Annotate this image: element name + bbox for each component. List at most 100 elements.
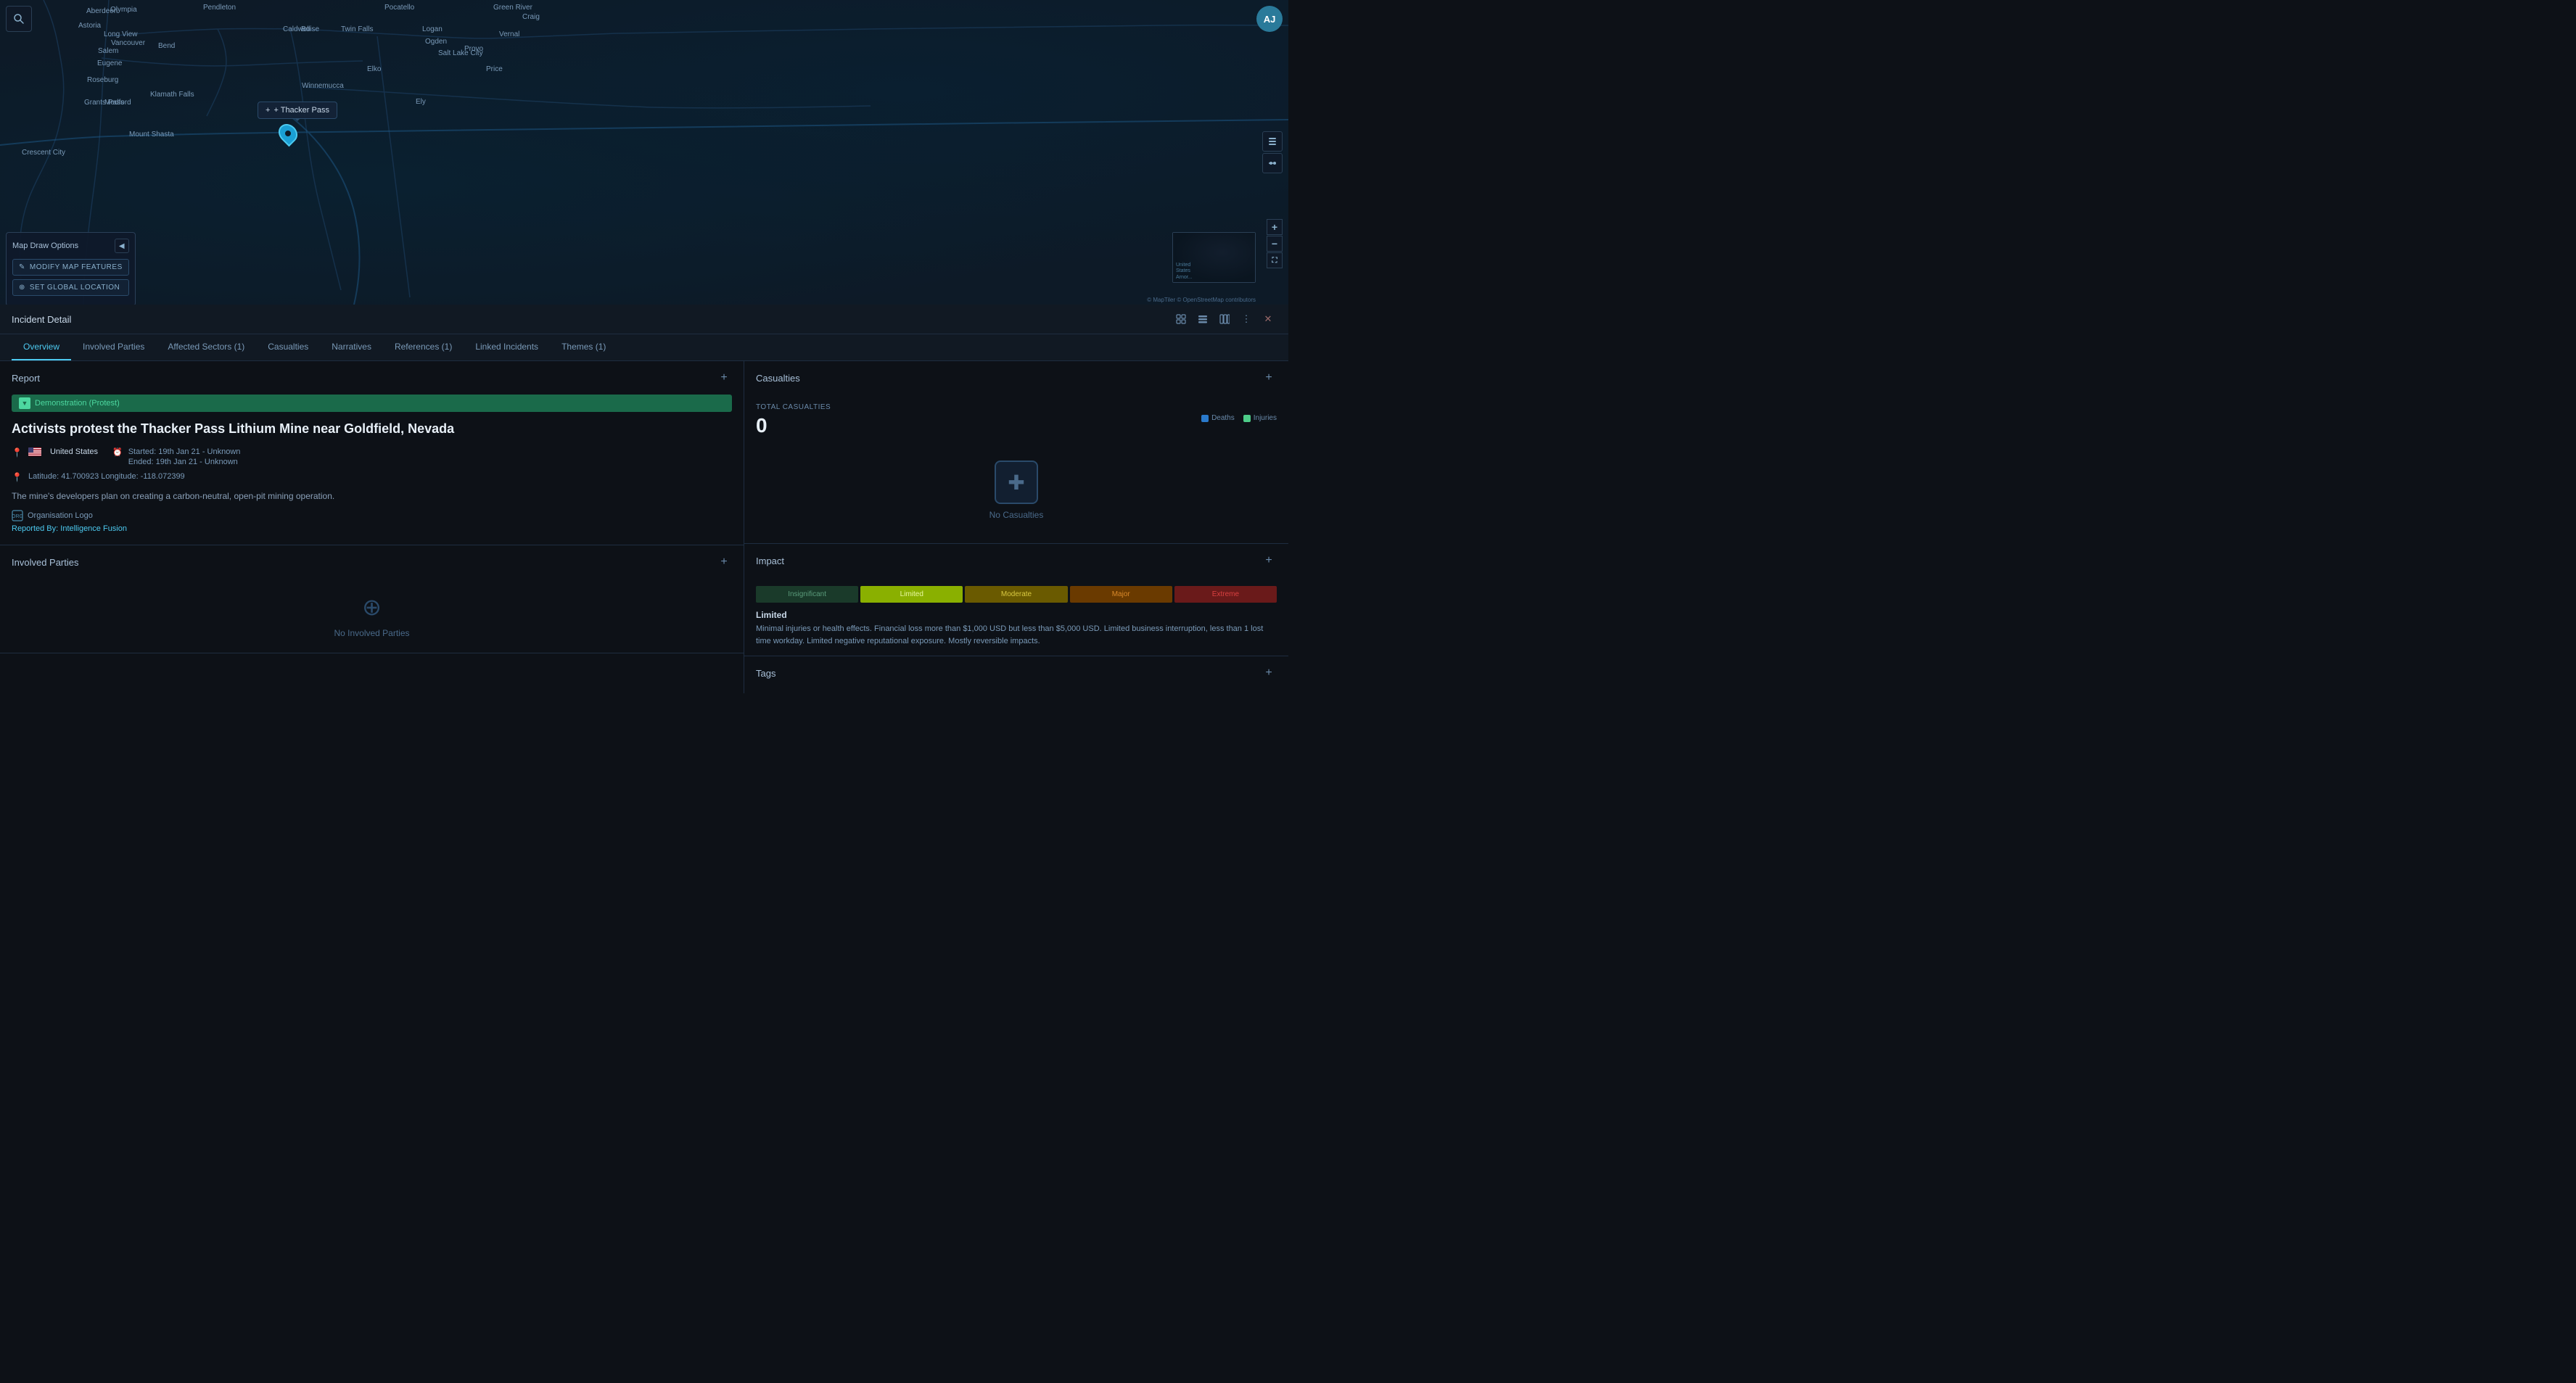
involved-parties-add-btn[interactable]: +	[716, 554, 732, 570]
impact-major[interactable]: Major	[1070, 586, 1172, 603]
event-type-badge: ▼ Demonstration (Protest)	[12, 395, 732, 412]
map-svg	[0, 0, 1288, 305]
impact-limited[interactable]: Limited	[860, 586, 963, 603]
impact-active-level: Limited	[756, 610, 1277, 620]
tags-section-header[interactable]: Tags +	[744, 656, 1288, 690]
deaths-legend: Deaths	[1201, 414, 1235, 422]
svg-text:ORG: ORG	[12, 514, 23, 519]
set-location-label: SET GLOBAL LOCATION	[30, 284, 120, 292]
impact-extreme[interactable]: Extreme	[1174, 586, 1277, 603]
tags-section: Tags +	[744, 656, 1288, 693]
casualties-section: Casualties + TOTAL CASUALTIES 0 Deaths I…	[744, 361, 1288, 544]
tags-add-btn[interactable]: +	[1261, 665, 1277, 681]
involved-parties-title: Involved Parties	[12, 557, 79, 568]
involved-parties-content: ⊕ No Involved Parties	[0, 579, 744, 653]
user-avatar[interactable]: AJ	[1256, 6, 1283, 32]
modify-map-features-button[interactable]: ✎ MODIFY MAP FEATURES	[12, 259, 129, 276]
map-draw-title: Map Draw Options	[12, 241, 78, 250]
incident-title: Activists protest the Thacker Pass Lithi…	[12, 421, 732, 437]
longitude: Longitude: -118.072399	[101, 472, 184, 481]
injuries-legend: Injuries	[1243, 414, 1277, 422]
more-options-btn[interactable]: ⋮	[1238, 310, 1255, 328]
no-parties-text: No Involved Parties	[334, 628, 409, 638]
map-marker[interactable]	[279, 123, 297, 144]
no-casualties-text: No Casualties	[989, 510, 1044, 520]
country-flag	[28, 447, 41, 456]
deaths-dot	[1201, 415, 1209, 422]
incident-detail-controls: ⋮ ✕	[1172, 310, 1277, 328]
close-btn[interactable]: ✕	[1259, 310, 1277, 328]
map-draw-collapse-btn[interactable]: ◀	[115, 239, 129, 253]
zoom-out-btn[interactable]: −	[1267, 236, 1283, 252]
reported-by-value: Intelligence Fusion	[60, 524, 127, 533]
tab-narratives-label: Narratives	[332, 342, 371, 352]
tab-linked-incidents[interactable]: Linked Incidents	[464, 334, 550, 360]
tab-affected-sectors[interactable]: Affected Sectors (1)	[156, 334, 256, 360]
tab-linked-incidents-label: Linked Incidents	[475, 342, 538, 352]
tab-overview[interactable]: Overview	[12, 334, 71, 360]
date-info: Started: 19th Jan 21 - Unknown Ended: 19…	[128, 447, 241, 466]
impact-description: Minimal injuries or health effects. Fina…	[756, 623, 1277, 647]
zoom-fit-btn[interactable]: ⛶	[1267, 252, 1283, 268]
casualties-add-btn[interactable]: +	[1261, 370, 1277, 386]
deaths-label: Deaths	[1211, 414, 1235, 422]
coords-row: 📍 Latitude: 41.700923 Longitude: -118.07…	[12, 472, 732, 482]
layers-btn[interactable]	[1262, 131, 1283, 152]
event-type-icon: ▼	[19, 397, 30, 409]
total-casualties-value: 0	[756, 414, 768, 437]
tab-references[interactable]: References (1)	[383, 334, 464, 360]
avatar-initials: AJ	[1264, 14, 1276, 25]
country-row: 📍 United States ⏰ Started: 19th Jan 21 -…	[12, 447, 732, 466]
impact-content: Insignificant Limited Moderate Major Ext…	[744, 577, 1288, 656]
report-section-header[interactable]: Report +	[0, 361, 744, 395]
location-pin-icon: 📍	[12, 447, 22, 458]
casualties-section-header[interactable]: Casualties +	[744, 361, 1288, 395]
incident-description: The mine's developers plan on creating a…	[12, 490, 732, 503]
location-icon: ⊕	[19, 284, 25, 292]
impact-moderate[interactable]: Moderate	[965, 586, 1067, 603]
report-add-btn[interactable]: +	[716, 370, 732, 386]
map-container: Aberdeen Olympia Pendleton Pocatello Gre…	[0, 0, 1288, 305]
view-grid-btn[interactable]	[1172, 310, 1190, 328]
event-type-label: Demonstration (Protest)	[35, 399, 120, 408]
report-content: ▼ Demonstration (Protest) Activists prot…	[0, 395, 744, 545]
mini-map: United States Arnor...	[1172, 232, 1256, 283]
ended-date: Ended: 19th Jan 21 - Unknown	[128, 458, 241, 466]
impact-section: Impact + Insignificant Limited Moderate …	[744, 544, 1288, 656]
impact-insignificant[interactable]: Insignificant	[756, 586, 858, 603]
map-attribution: © MapTiler © OpenStreetMap contributors	[1147, 297, 1256, 303]
impact-add-btn[interactable]: +	[1261, 553, 1277, 569]
casualties-legend: Deaths Injuries	[1201, 414, 1277, 422]
incident-detail-bar: Incident Detail ⋮ ✕	[0, 305, 1288, 334]
reported-by-row: Reported By: Intelligence Fusion	[12, 524, 732, 533]
map-tooltip[interactable]: + + Thacker Pass	[258, 102, 337, 119]
map-draw-header: Map Draw Options ◀	[12, 239, 129, 253]
org-logo-row: ORG Organisation Logo	[12, 510, 732, 521]
left-panel: Report + ▼ Demonstration (Protest) Activ…	[0, 361, 744, 693]
medkit-icon: ✚	[995, 461, 1038, 504]
set-global-location-button[interactable]: ⊕ SET GLOBAL LOCATION	[12, 279, 129, 296]
coordinates: Latitude: 41.700923 Longitude: -118.0723…	[28, 472, 185, 481]
map-search-button[interactable]	[6, 6, 32, 32]
report-section: Report + ▼ Demonstration (Protest) Activ…	[0, 361, 744, 545]
zoom-in-btn[interactable]: +	[1267, 219, 1283, 235]
org-logo-label: Organisation Logo	[28, 511, 93, 520]
impact-section-header[interactable]: Impact +	[744, 544, 1288, 577]
plus-icon: +	[266, 106, 270, 115]
injuries-dot	[1243, 415, 1251, 422]
map-right-controls	[1262, 131, 1283, 173]
tab-casualties[interactable]: Casualties	[256, 334, 320, 360]
edit-icon: ✎	[19, 263, 25, 271]
tags-section-title: Tags	[756, 668, 775, 679]
tab-themes[interactable]: Themes (1)	[550, 334, 617, 360]
view-columns-btn[interactable]	[1216, 310, 1233, 328]
timeline-btn[interactable]	[1262, 153, 1283, 173]
clock-icon: ⏰	[112, 447, 123, 457]
tab-themes-label: Themes (1)	[561, 342, 606, 352]
tooltip-text: + Thacker Pass	[273, 106, 329, 115]
org-logo-icon: ORG	[12, 510, 23, 521]
view-list-btn[interactable]	[1194, 310, 1211, 328]
involved-parties-header[interactable]: Involved Parties +	[0, 545, 744, 579]
tab-narratives[interactable]: Narratives	[320, 334, 383, 360]
tab-involved-parties[interactable]: Involved Parties	[71, 334, 156, 360]
